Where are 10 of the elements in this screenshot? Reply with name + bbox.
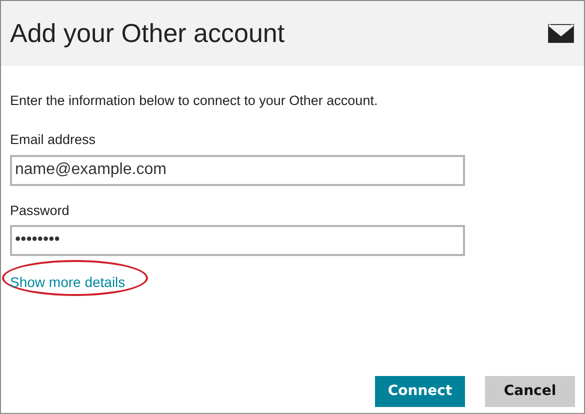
field-label: Email address	[10, 131, 97, 150]
input-field[interactable]: name@example.com	[10, 154, 465, 186]
input-field[interactable]: ••••••••	[10, 224, 465, 256]
connect-button[interactable]: Connect	[375, 376, 465, 407]
cancel-button[interactable]: Cancel	[485, 376, 575, 407]
field-label: Password	[10, 202, 70, 220]
instruction-text: Enter the information below to connect to your Other account.	[10, 92, 379, 110]
dialog-title: Add your Other account	[10, 17, 285, 50]
show-more-details-link[interactable]: Show more details	[10, 274, 126, 290]
envelope-icon	[547, 23, 575, 44]
